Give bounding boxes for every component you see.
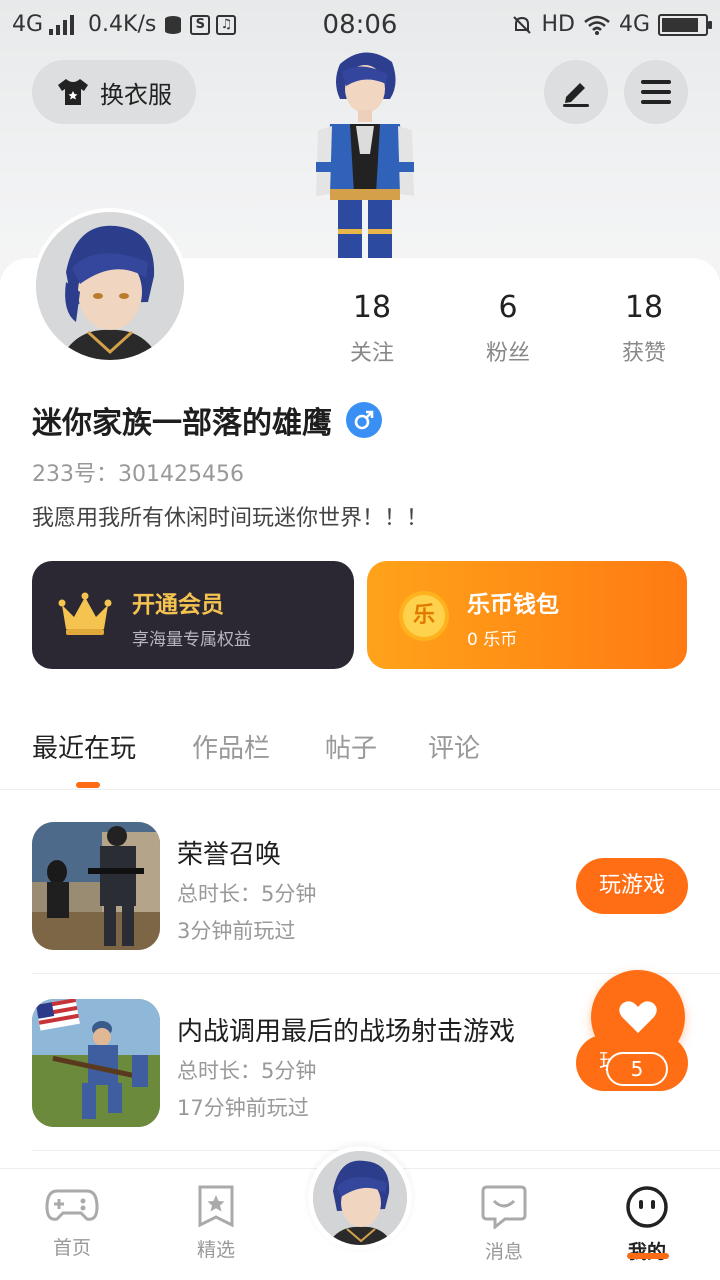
menu-button[interactable] xyxy=(624,60,688,124)
hd-indicator: HD xyxy=(541,12,575,37)
tab-posts[interactable]: 帖子 xyxy=(325,728,377,765)
stat-following[interactable]: 18 关注 xyxy=(312,290,432,367)
wallet-title: 乐币钱包 xyxy=(467,592,559,618)
tshirt-icon xyxy=(58,79,88,105)
vip-title: 开通会员 xyxy=(132,592,224,618)
username: 迷你家族一部落的雄鹰 xyxy=(32,406,332,441)
heart-icon xyxy=(619,1001,657,1033)
male-icon xyxy=(346,402,382,438)
wallet-balance: 0 乐币 xyxy=(467,630,518,650)
game-list-item[interactable]: 荣誉召唤 总时长：5分钟 3分钟前玩过 玩游戏 xyxy=(32,822,688,952)
play-game-button[interactable]: 玩游戏 xyxy=(576,858,688,914)
fans-label: 粉丝 xyxy=(485,341,530,366)
tab-comments[interactable]: 评论 xyxy=(428,728,480,765)
profile-avatar[interactable] xyxy=(32,208,188,364)
battery-icon xyxy=(658,13,712,36)
game-title: 内战调用最后的战场射击游戏 xyxy=(177,1017,516,1047)
fans-count: 6 xyxy=(498,290,518,325)
nav-home[interactable]: 首页 xyxy=(22,1185,122,1260)
edit-profile-button[interactable] xyxy=(544,60,608,124)
gamepad-icon xyxy=(45,1189,99,1221)
game-title: 荣誉召唤 xyxy=(177,840,282,870)
following-count: 18 xyxy=(352,290,392,325)
3d-avatar-figure[interactable] xyxy=(300,44,430,274)
crown-icon xyxy=(58,592,112,635)
nav-messages-label: 消息 xyxy=(484,1241,523,1263)
coin-icon: 乐 xyxy=(399,591,449,641)
nav-home-label: 首页 xyxy=(52,1237,91,1259)
game-last-played: 17分钟前玩过 xyxy=(177,1096,309,1120)
change-outfit-button[interactable]: 换衣服 xyxy=(32,60,196,124)
avatar-portrait xyxy=(313,1151,407,1245)
status-bar: 4G 0.4K/s S ♫ 08:06 HD 4G xyxy=(0,0,720,50)
edit-icon xyxy=(563,83,589,107)
vip-membership-card[interactable]: 开通会员 享海量专属权益 xyxy=(32,561,354,669)
stat-likes[interactable]: 18 获赞 xyxy=(584,290,704,367)
tab-recently-played[interactable]: 最近在玩 xyxy=(32,728,136,765)
menu-icon xyxy=(641,80,671,104)
like-button[interactable] xyxy=(591,970,685,1064)
avatar-portrait xyxy=(36,212,184,360)
star-icon xyxy=(198,1185,234,1228)
likes-label: 获赞 xyxy=(621,341,666,366)
wallet-card[interactable]: 乐 乐币钱包 0 乐币 xyxy=(367,561,687,669)
tab-works[interactable]: 作品栏 xyxy=(192,728,270,765)
game-play-duration: 总时长：5分钟 xyxy=(177,1059,317,1083)
message-icon xyxy=(481,1185,527,1231)
divider xyxy=(0,789,720,790)
game-thumbnail[interactable] xyxy=(32,999,160,1127)
nav-avatar-center[interactable] xyxy=(308,1146,412,1250)
active-nav-indicator xyxy=(627,1253,669,1259)
wifi-icon xyxy=(584,15,610,35)
nav-me-label: 我的 xyxy=(627,1241,666,1263)
likes-count: 18 xyxy=(624,290,664,325)
stat-fans[interactable]: 6 粉丝 xyxy=(448,290,568,367)
game-last-played: 3分钟前玩过 xyxy=(177,919,296,943)
following-label: 关注 xyxy=(349,341,394,366)
game-thumbnail[interactable] xyxy=(32,822,160,950)
vip-subtitle: 享海量专属权益 xyxy=(132,630,251,650)
nav-messages[interactable]: 消息 xyxy=(454,1185,554,1264)
smiley-icon xyxy=(626,1186,668,1228)
user-bio: 我愿用我所有休闲时间玩迷你世界！！！ xyxy=(32,506,429,531)
mute-bell-icon xyxy=(513,15,532,34)
network-type-right: 4G xyxy=(618,12,650,37)
nav-featured[interactable]: 精选 xyxy=(166,1185,266,1262)
user-id[interactable]: 233号：301425456 xyxy=(32,456,244,488)
nav-featured-label: 精选 xyxy=(196,1239,235,1261)
game-play-duration: 总时长：5分钟 xyxy=(177,882,317,906)
active-tab-indicator xyxy=(76,782,100,788)
change-outfit-label: 换衣服 xyxy=(100,80,172,109)
username-row: 迷你家族一部落的雄鹰 xyxy=(32,398,382,442)
like-count-badge: 5 xyxy=(606,1052,668,1086)
game-list-item[interactable]: 内战调用最后的战场射击游戏 总时长：5分钟 17分钟前玩过 玩游戏 xyxy=(32,999,688,1129)
